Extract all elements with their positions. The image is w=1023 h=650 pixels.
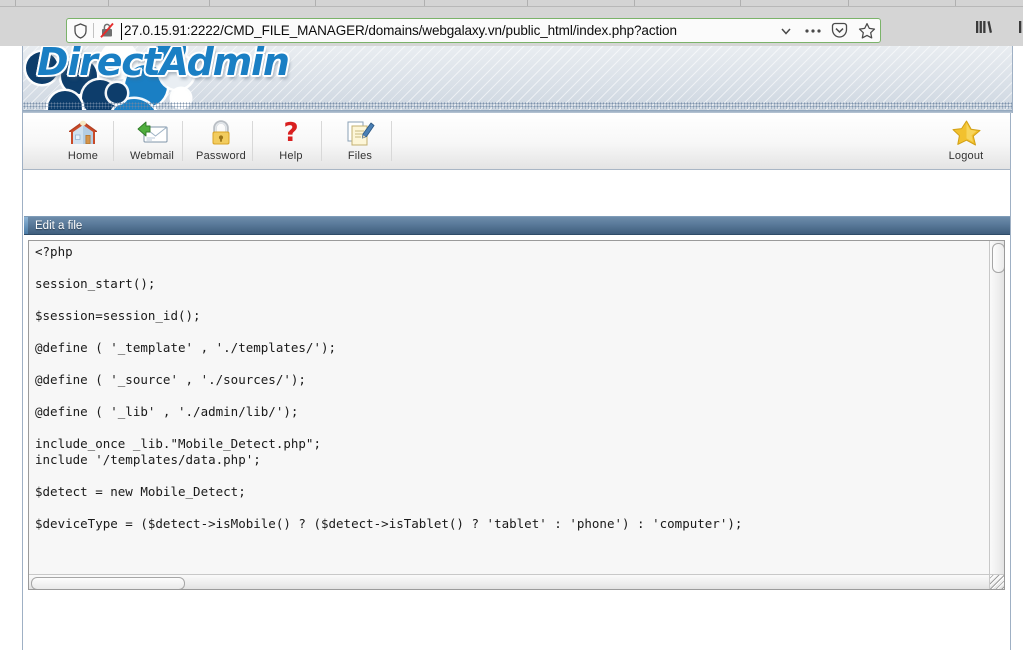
tab-separator-3 (315, 0, 316, 6)
file-editor-content[interactable]: <?php session_start(); $session=session_… (35, 244, 742, 589)
toolbar-separator-3 (321, 121, 322, 161)
pocket-icon[interactable] (826, 19, 853, 42)
shield-icon[interactable] (67, 19, 93, 42)
editor-vertical-scrollbar[interactable] (989, 241, 1004, 589)
file-editor-textarea[interactable]: <?php session_start(); $session=session_… (28, 240, 1005, 590)
question-mark-icon: ? (256, 116, 326, 149)
tab-separator-8 (848, 0, 849, 6)
screenshot-root: 27.0.15.91:2222/CMD_FILE_MANAGER/domains… (0, 0, 1023, 650)
tab-separator-0 (15, 0, 16, 6)
web-page: DirectAdmin Home Webmail Password ? Help… (0, 46, 1023, 650)
sidebar-icon[interactable] (1018, 19, 1023, 40)
address-bar[interactable]: 27.0.15.91:2222/CMD_FILE_MANAGER/domains… (66, 18, 881, 43)
chevron-down-icon[interactable] (772, 19, 799, 42)
editor-horizontal-scroll-thumb[interactable] (31, 577, 185, 589)
toolbar-label-files: Files (347, 150, 373, 162)
tab-separator-1 (108, 0, 109, 6)
page-actions-ellipsis-icon[interactable] (799, 19, 826, 42)
toolbar-separator-2 (252, 121, 253, 161)
panel-header-edit-a-file: Edit a file (24, 216, 1010, 235)
panel-title-text: Edit a file (35, 219, 83, 232)
library-icon[interactable] (975, 19, 992, 40)
tab-separator-2 (209, 0, 210, 6)
editor-horizontal-scrollbar[interactable] (29, 574, 1004, 589)
toolbar-separator-0 (113, 121, 114, 161)
insecure-lock-icon[interactable] (94, 19, 120, 42)
page-content-area: Edit a file <?php session_start(); $sess… (22, 170, 1011, 650)
header-bottom-rule (23, 110, 1012, 113)
tab-separator-4 (424, 0, 425, 6)
toolbar-label-password: Password (196, 150, 246, 162)
toolbar-item-help[interactable]: ? Help (256, 116, 326, 168)
browser-right-toolbar (975, 19, 1023, 40)
toolbar-item-logout[interactable]: Logout (931, 116, 1001, 168)
browser-tabstrip[interactable] (0, 0, 1023, 7)
url-text[interactable]: 27.0.15.91:2222/CMD_FILE_MANAGER/domains… (120, 23, 772, 38)
toolbar-label-home: Home (67, 150, 99, 162)
toolbar-item-password[interactable]: Password (186, 116, 256, 168)
directadmin-header-banner: DirectAdmin (22, 46, 1013, 113)
browser-navigation-bar: 27.0.15.91:2222/CMD_FILE_MANAGER/domains… (0, 7, 1023, 46)
header-dotted-strip (23, 102, 1012, 109)
bookmark-star-icon[interactable] (853, 19, 880, 42)
envelope-icon (117, 116, 187, 149)
editor-vertical-scroll-thumb[interactable] (992, 243, 1004, 273)
page-left-margin (0, 46, 22, 650)
directadmin-toolbar: Home Webmail Password ? Help Files Logou… (22, 113, 1011, 170)
padlock-icon (186, 116, 256, 149)
logout-star-icon (931, 116, 1001, 149)
url-text-caret (121, 23, 122, 40)
toolbar-item-webmail[interactable]: Webmail (117, 116, 187, 168)
directadmin-logo[interactable]: DirectAdmin (37, 46, 290, 84)
svg-text:?: ? (283, 118, 298, 148)
tab-separator-5 (527, 0, 528, 6)
toolbar-separator-4 (391, 121, 392, 161)
toolbar-separator-1 (182, 121, 183, 161)
tab-separator-9 (955, 0, 956, 6)
editor-resize-grip[interactable] (989, 574, 1004, 589)
browser-chrome: 27.0.15.91:2222/CMD_FILE_MANAGER/domains… (0, 0, 1023, 46)
documents-icon (325, 116, 395, 149)
toolbar-label-webmail: Webmail (130, 150, 174, 162)
toolbar-item-files[interactable]: Files (325, 116, 395, 168)
header-bubble-11 (107, 83, 127, 103)
tab-separator-7 (740, 0, 741, 6)
toolbar-label-logout: Logout (948, 150, 984, 162)
toolbar-label-help: Help (279, 150, 303, 162)
toolbar-item-home[interactable]: Home (48, 116, 118, 168)
tab-separator-6 (634, 0, 635, 6)
house-icon (48, 116, 118, 149)
